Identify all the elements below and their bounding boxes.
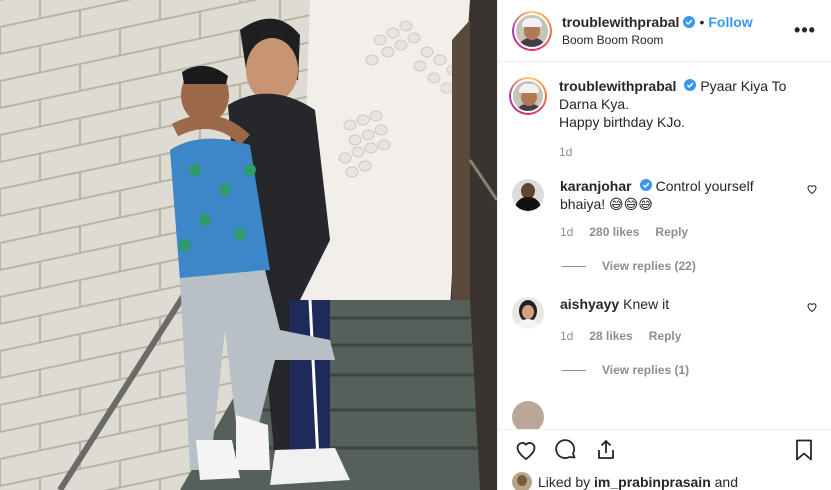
caption-line-2: Darna Kya.	[559, 96, 630, 112]
comment-line-1: Knew it	[623, 296, 670, 312]
author-username[interactable]: troublewithprabal	[562, 14, 679, 30]
caption: troublewithprabal Pyaar Kiya To Darna Ky…	[509, 77, 818, 159]
heart-icon[interactable]	[506, 430, 546, 470]
comment-text: aishyayy Knew it	[560, 295, 796, 313]
liker-avatar[interactable]	[512, 472, 532, 490]
more-options-icon[interactable]: •••	[793, 20, 817, 41]
post-actions-bar	[498, 429, 831, 469]
comment-item: aishyayy Knew it 1d 28 likes Reply	[512, 295, 818, 343]
comment-line-2: bhaiya! 😅😅😅	[560, 196, 653, 212]
photo-illustration	[0, 0, 497, 490]
comment-item-partial	[512, 399, 818, 429]
caption-text: troublewithprabal Pyaar Kiya To Darna Ky…	[559, 77, 796, 131]
verified-badge-icon	[639, 179, 652, 191]
author-info: troublewithprabal • Follow Boom Boom Roo…	[562, 14, 793, 47]
comment-like-heart-icon[interactable]	[806, 301, 818, 313]
commenter-avatar[interactable]	[512, 179, 544, 211]
separator-dot: •	[699, 14, 705, 30]
comment-icon[interactable]	[546, 430, 586, 470]
view-replies-line	[562, 369, 586, 371]
verified-badge-icon	[684, 79, 697, 91]
post-header: troublewithprabal • Follow Boom Boom Roo…	[498, 0, 831, 62]
liked-by-username[interactable]: im_prabinprasain	[594, 474, 711, 490]
comment-time[interactable]: 1d	[560, 225, 573, 239]
author-avatar[interactable]	[512, 10, 552, 51]
view-replies-label: View replies (1)	[602, 363, 690, 377]
post-photo[interactable]	[0, 0, 497, 490]
comment-text: karanjohar Control yourself bhaiya! 😅😅😅	[560, 177, 796, 213]
commenter-avatar[interactable]	[512, 401, 544, 429]
post-side-panel: troublewithprabal • Follow Boom Boom Roo…	[497, 0, 831, 490]
view-replies-label: View replies (22)	[602, 259, 696, 273]
caption-username[interactable]: troublewithprabal	[559, 78, 676, 94]
comment-likes[interactable]: 28 likes	[589, 329, 632, 343]
liked-by: Liked by im_prabinprasain and	[512, 472, 738, 490]
view-replies-line	[562, 265, 586, 267]
caption-line-3: Happy birthday KJo.	[559, 114, 686, 130]
comment-time[interactable]: 1d	[560, 329, 573, 343]
comment-item: karanjohar Control yourself bhaiya! 😅😅😅 1…	[512, 177, 818, 239]
liked-by-prefix: Liked by	[538, 474, 591, 490]
caption-line-1: Pyaar Kiya To	[700, 78, 787, 94]
reply-button[interactable]: Reply	[655, 225, 688, 239]
verified-badge-icon	[683, 16, 696, 28]
bookmark-icon[interactable]	[784, 430, 824, 470]
comment-like-heart-icon[interactable]	[806, 183, 818, 195]
commenter-avatar[interactable]	[512, 297, 544, 329]
comment-line-1: Control yourself	[655, 178, 754, 194]
post-location[interactable]: Boom Boom Room	[562, 33, 793, 47]
share-icon[interactable]	[586, 430, 626, 470]
comment-likes[interactable]: 280 likes	[589, 225, 639, 239]
view-replies-button[interactable]: View replies (22)	[562, 259, 818, 273]
commenter-username[interactable]: karanjohar	[560, 178, 632, 194]
caption-time[interactable]: 1d	[559, 145, 572, 159]
caption-avatar[interactable]	[509, 77, 547, 115]
follow-button[interactable]: Follow	[708, 14, 752, 30]
view-replies-button[interactable]: View replies (1)	[562, 363, 818, 377]
commenter-username[interactable]: aishyayy	[560, 296, 619, 312]
liked-by-suffix: and	[714, 474, 738, 490]
comments-list[interactable]: troublewithprabal Pyaar Kiya To Darna Ky…	[498, 63, 831, 429]
post-modal: troublewithprabal • Follow Boom Boom Roo…	[0, 0, 831, 490]
reply-button[interactable]: Reply	[649, 329, 682, 343]
